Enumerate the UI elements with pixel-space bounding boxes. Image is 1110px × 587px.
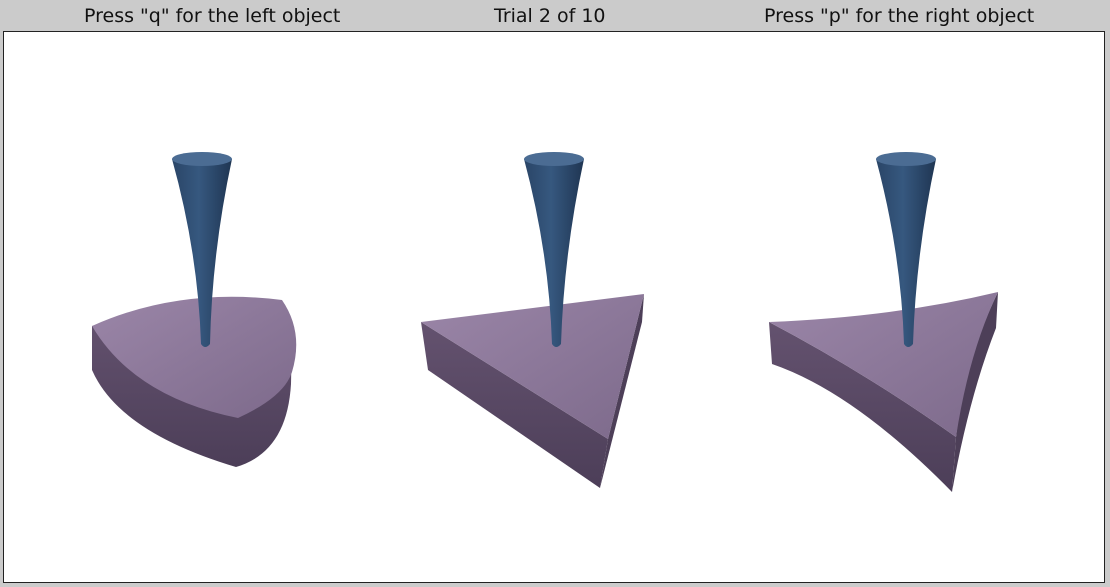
left-object [92, 152, 297, 467]
right-object [769, 152, 998, 492]
stimulus-canvas [3, 31, 1105, 583]
right-key-instruction: Press "p" for the right object [764, 5, 1035, 27]
trial-counter: Trial 2 of 10 [494, 5, 606, 27]
experiment-screen: Press "q" for the left object Trial 2 of… [0, 0, 1110, 587]
instruction-bar: Press "q" for the left object Trial 2 of… [0, 0, 1110, 32]
concave-triangle-icon [769, 292, 998, 492]
triangle-icon [421, 294, 644, 488]
reuleaux-triangle-icon [92, 296, 297, 467]
center-object [421, 152, 644, 488]
left-key-instruction: Press "q" for the left object [84, 5, 341, 27]
